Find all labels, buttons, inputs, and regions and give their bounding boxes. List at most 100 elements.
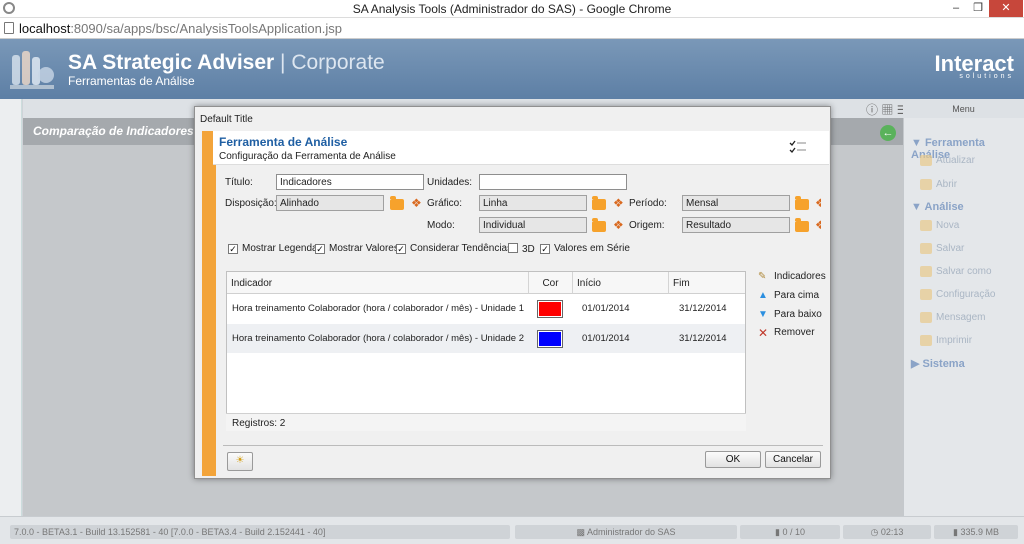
menu-item-label: Atualizar bbox=[936, 155, 975, 166]
origem-field[interactable]: Resultado bbox=[682, 217, 790, 233]
column-header-inicio[interactable]: Início bbox=[573, 272, 669, 294]
disposicao-field[interactable]: Alinhado bbox=[276, 195, 384, 211]
modo-label: Modo: bbox=[427, 220, 455, 231]
mostrar-legenda-checkbox[interactable]: ✓ Mostrar Legenda bbox=[228, 243, 318, 254]
menu-item-imprimir[interactable]: Imprimir bbox=[920, 335, 972, 346]
lab-flasks-logo-icon bbox=[10, 51, 54, 89]
table-row[interactable]: Hora treinamento Colaborador (hora / col… bbox=[227, 324, 745, 353]
menu-section-analise[interactable]: ▼ Análise bbox=[911, 201, 964, 213]
address-bar[interactable]: localhost:8090/sa/apps/bsc/AnalysisTools… bbox=[0, 18, 1024, 39]
color-picker[interactable] bbox=[537, 300, 563, 318]
disposicao-label: Disposição: bbox=[225, 198, 277, 209]
app-title-suffix: | Corporate bbox=[280, 51, 385, 74]
help-button[interactable]: ☀ bbox=[227, 452, 253, 471]
column-header-cor[interactable]: Cor bbox=[529, 272, 573, 294]
checkbox-label: Mostrar Legenda bbox=[242, 243, 318, 254]
menu-item-abrir[interactable]: Abrir bbox=[920, 179, 957, 190]
minimize-button[interactable]: – bbox=[945, 0, 967, 17]
url-path: :8090/sa/apps/bsc/AnalysisToolsApplicati… bbox=[70, 21, 343, 36]
cancel-button[interactable]: Cancelar bbox=[765, 451, 821, 468]
notifications-counter[interactable]: ▮ 0 / 10 bbox=[740, 525, 840, 539]
remove-button[interactable]: ✕ Remover bbox=[758, 326, 815, 340]
modo-field[interactable]: Individual bbox=[479, 217, 587, 233]
ok-button[interactable]: OK bbox=[705, 451, 761, 468]
print-icon bbox=[920, 335, 932, 346]
menu-item-salvar[interactable]: Salvar bbox=[920, 243, 964, 254]
url-text[interactable]: localhost:8090/sa/apps/bsc/AnalysisTools… bbox=[19, 21, 342, 36]
cell-inicio: 01/01/2014 bbox=[582, 303, 630, 314]
grid-icon[interactable]: ▦ bbox=[881, 103, 893, 117]
menu-item-salvar-como[interactable]: Salvar como bbox=[920, 266, 992, 277]
unidades-field[interactable] bbox=[479, 174, 627, 190]
maximize-button[interactable]: ❒ bbox=[967, 0, 989, 17]
periodo-folder-icon[interactable] bbox=[795, 196, 809, 210]
save-as-icon bbox=[920, 266, 932, 277]
memory-label: 335.9 MB bbox=[960, 527, 999, 537]
color-picker[interactable] bbox=[537, 330, 563, 348]
dialog-subtitle: Configuração da Ferramenta de Análise bbox=[219, 151, 396, 162]
modo-folder-icon[interactable] bbox=[592, 218, 606, 232]
move-up-button[interactable]: ▲ Para cima bbox=[758, 290, 819, 301]
checkbox-box: ✓ bbox=[396, 244, 406, 254]
close-button[interactable]: ✕ bbox=[989, 0, 1023, 17]
periodo-clear-icon[interactable]: ❖ bbox=[815, 196, 821, 210]
column-header-indicador[interactable]: Indicador bbox=[227, 272, 529, 294]
indicators-table: Indicador Cor Início Fim Hora treinament… bbox=[226, 271, 746, 431]
counter-label: 0 / 10 bbox=[782, 527, 805, 537]
titulo-field[interactable]: Indicadores bbox=[276, 174, 424, 190]
info-icon[interactable]: ⓘ bbox=[866, 103, 878, 117]
mostrar-valores-checkbox[interactable]: ✓ Mostrar Valores bbox=[315, 243, 399, 254]
menu-item-atualizar[interactable]: Atualizar bbox=[920, 155, 975, 166]
cell-indicador: Hora treinamento Colaborador (hora / col… bbox=[232, 333, 525, 344]
checkbox-label: 3D bbox=[522, 244, 535, 255]
valores-em-serie-checkbox[interactable]: ✓ Valores em Série bbox=[540, 243, 630, 254]
left-collapse-strip[interactable] bbox=[0, 99, 22, 516]
current-user: ▩ Administrador do SAS bbox=[515, 525, 737, 539]
periodo-field[interactable]: Mensal bbox=[682, 195, 790, 211]
menu-item-configuracao[interactable]: Configuração bbox=[920, 289, 995, 300]
window-title: SA Analysis Tools (Administrador do SAS)… bbox=[352, 2, 672, 16]
back-arrow-icon[interactable]: ← bbox=[880, 125, 896, 141]
menu-item-nova[interactable]: Nova bbox=[920, 220, 959, 231]
dialog-window-title: Default Title bbox=[200, 114, 253, 125]
menu-item-mensagem[interactable]: Mensagem bbox=[920, 312, 985, 323]
action-label: Para baixo bbox=[774, 309, 822, 320]
app-title-main: SA Strategic Adviser bbox=[68, 51, 275, 74]
cell-fim: 31/12/2014 bbox=[679, 303, 727, 314]
app-subtitle: Ferramentas de Análise bbox=[68, 74, 195, 88]
checkbox-box: ✓ bbox=[540, 244, 550, 254]
move-down-button[interactable]: ▼ Para baixo bbox=[758, 309, 822, 320]
origem-clear-icon[interactable]: ❖ bbox=[815, 218, 821, 232]
origem-folder-icon[interactable] bbox=[795, 218, 809, 232]
table-row[interactable]: Hora treinamento Colaborador (hora / col… bbox=[227, 294, 745, 323]
checkbox-label: Valores em Série bbox=[554, 243, 630, 254]
records-count: Registros: 2 bbox=[232, 418, 286, 429]
status-bar: 7.0.0 - BETA3.1 - Build 13.152581 - 40 [… bbox=[0, 516, 1024, 544]
message-icon bbox=[920, 312, 932, 323]
menu-section-sistema[interactable]: ▶ Sistema bbox=[911, 357, 965, 370]
panel-title: Comparação de Indicadores bbox=[33, 124, 194, 138]
menu-item-label: Mensagem bbox=[936, 312, 986, 323]
modo-clear-icon[interactable]: ❖ bbox=[613, 218, 627, 232]
column-header-fim[interactable]: Fim bbox=[669, 272, 745, 294]
considerar-tendencias-checkbox[interactable]: ✓ Considerar Tendências bbox=[396, 243, 512, 254]
checkbox-box: ✓ bbox=[228, 244, 238, 254]
grafico-folder-icon[interactable] bbox=[592, 196, 606, 210]
3d-checkbox[interactable]: 3D bbox=[508, 243, 535, 255]
window-titlebar: SA Analysis Tools (Administrador do SAS)… bbox=[0, 0, 1024, 18]
disposicao-folder-icon[interactable] bbox=[390, 196, 404, 210]
action-label: Indicadores bbox=[774, 271, 826, 282]
version-info: 7.0.0 - BETA3.1 - Build 13.152581 - 40 [… bbox=[10, 525, 510, 539]
menu-item-label: Configuração bbox=[936, 289, 996, 300]
checkbox-label: Considerar Tendências bbox=[410, 243, 513, 254]
panel-tools: ⓘ ▦ ☰ bbox=[866, 101, 907, 118]
add-indicators-button[interactable]: ✎ Indicadores bbox=[758, 271, 826, 282]
new-icon bbox=[920, 220, 932, 231]
page-icon bbox=[4, 22, 14, 34]
disposicao-clear-icon[interactable]: ❖ bbox=[411, 196, 425, 210]
dialog-accent-strip bbox=[202, 131, 216, 476]
grafico-clear-icon[interactable]: ❖ bbox=[613, 196, 627, 210]
current-user-label: Administrador do SAS bbox=[586, 527, 676, 537]
arrow-down-icon: ▼ bbox=[758, 309, 768, 320]
grafico-field[interactable]: Linha bbox=[479, 195, 587, 211]
